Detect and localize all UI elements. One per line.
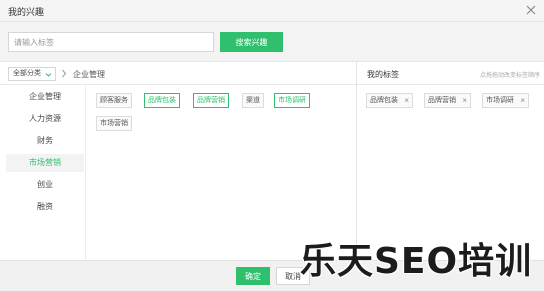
dialog-title: 我的兴趣 bbox=[8, 7, 45, 17]
category-item-financing[interactable]: 融资 bbox=[6, 198, 84, 216]
category-list: 企业管理 人力资源 财务 市场营销 创业 融资 bbox=[0, 86, 86, 260]
tag-panel: 顾客服务 品牌包装 品牌营销 渠道 市场调研 市场营销 bbox=[87, 86, 356, 260]
my-tags-hint: 点拖拖动改变标签顺序 bbox=[479, 73, 540, 79]
chevron-right-icon bbox=[61, 69, 67, 80]
my-tags-header: 我的标签 点拖拖动改变标签顺序 bbox=[357, 62, 544, 85]
confirm-button[interactable]: 确定 bbox=[236, 267, 270, 285]
watermark-text: 乐天SEO培训 bbox=[300, 241, 533, 282]
my-tag-item[interactable]: 市场调研 × bbox=[482, 93, 529, 108]
tag-brand-packaging[interactable]: 品牌包装 bbox=[144, 93, 180, 108]
close-icon[interactable] bbox=[524, 3, 538, 17]
search-row: 搜索兴趣 bbox=[0, 22, 544, 62]
category-item-human-resources[interactable]: 人力资源 bbox=[6, 110, 84, 128]
close-icon[interactable]: × bbox=[520, 94, 525, 107]
category-item-finance[interactable]: 财务 bbox=[6, 132, 84, 150]
search-input[interactable] bbox=[8, 32, 214, 52]
category-select-value: 全部分类 bbox=[13, 70, 41, 77]
search-interest-button[interactable]: 搜索兴趣 bbox=[220, 32, 283, 52]
category-item-marketing[interactable]: 市场营销 bbox=[6, 154, 84, 172]
my-tag-item[interactable]: 品牌包装 × bbox=[366, 93, 413, 108]
category-select[interactable]: 全部分类 bbox=[8, 67, 56, 81]
close-icon[interactable]: × bbox=[404, 94, 409, 107]
category-item-enterprise-management[interactable]: 企业管理 bbox=[6, 88, 84, 106]
my-tag-label: 品牌营销 bbox=[428, 97, 456, 104]
my-tag-label: 品牌包装 bbox=[370, 97, 398, 104]
close-icon[interactable]: × bbox=[462, 94, 467, 107]
tag-channel[interactable]: 渠道 bbox=[242, 93, 264, 108]
breadcrumb: 全部分类 企业管理 bbox=[0, 62, 356, 85]
my-tag-label: 市场调研 bbox=[486, 97, 514, 104]
tag-brand-marketing[interactable]: 品牌营销 bbox=[193, 93, 229, 108]
breadcrumb-current: 企业管理 bbox=[73, 70, 105, 79]
my-tags-list: 品牌包装 × 品牌营销 × 市场调研 × bbox=[357, 86, 544, 260]
dialog-titlebar: 我的兴趣 bbox=[0, 0, 544, 22]
my-tag-item[interactable]: 品牌营销 × bbox=[424, 93, 471, 108]
tag-market-research[interactable]: 市场调研 bbox=[274, 93, 310, 108]
tag-customer-service[interactable]: 顾客服务 bbox=[96, 93, 132, 108]
category-item-startup[interactable]: 创业 bbox=[6, 176, 84, 194]
chevron-down-icon bbox=[45, 71, 52, 83]
my-tags-title: 我的标签 bbox=[367, 70, 399, 79]
tag-marketing[interactable]: 市场营销 bbox=[96, 116, 132, 131]
